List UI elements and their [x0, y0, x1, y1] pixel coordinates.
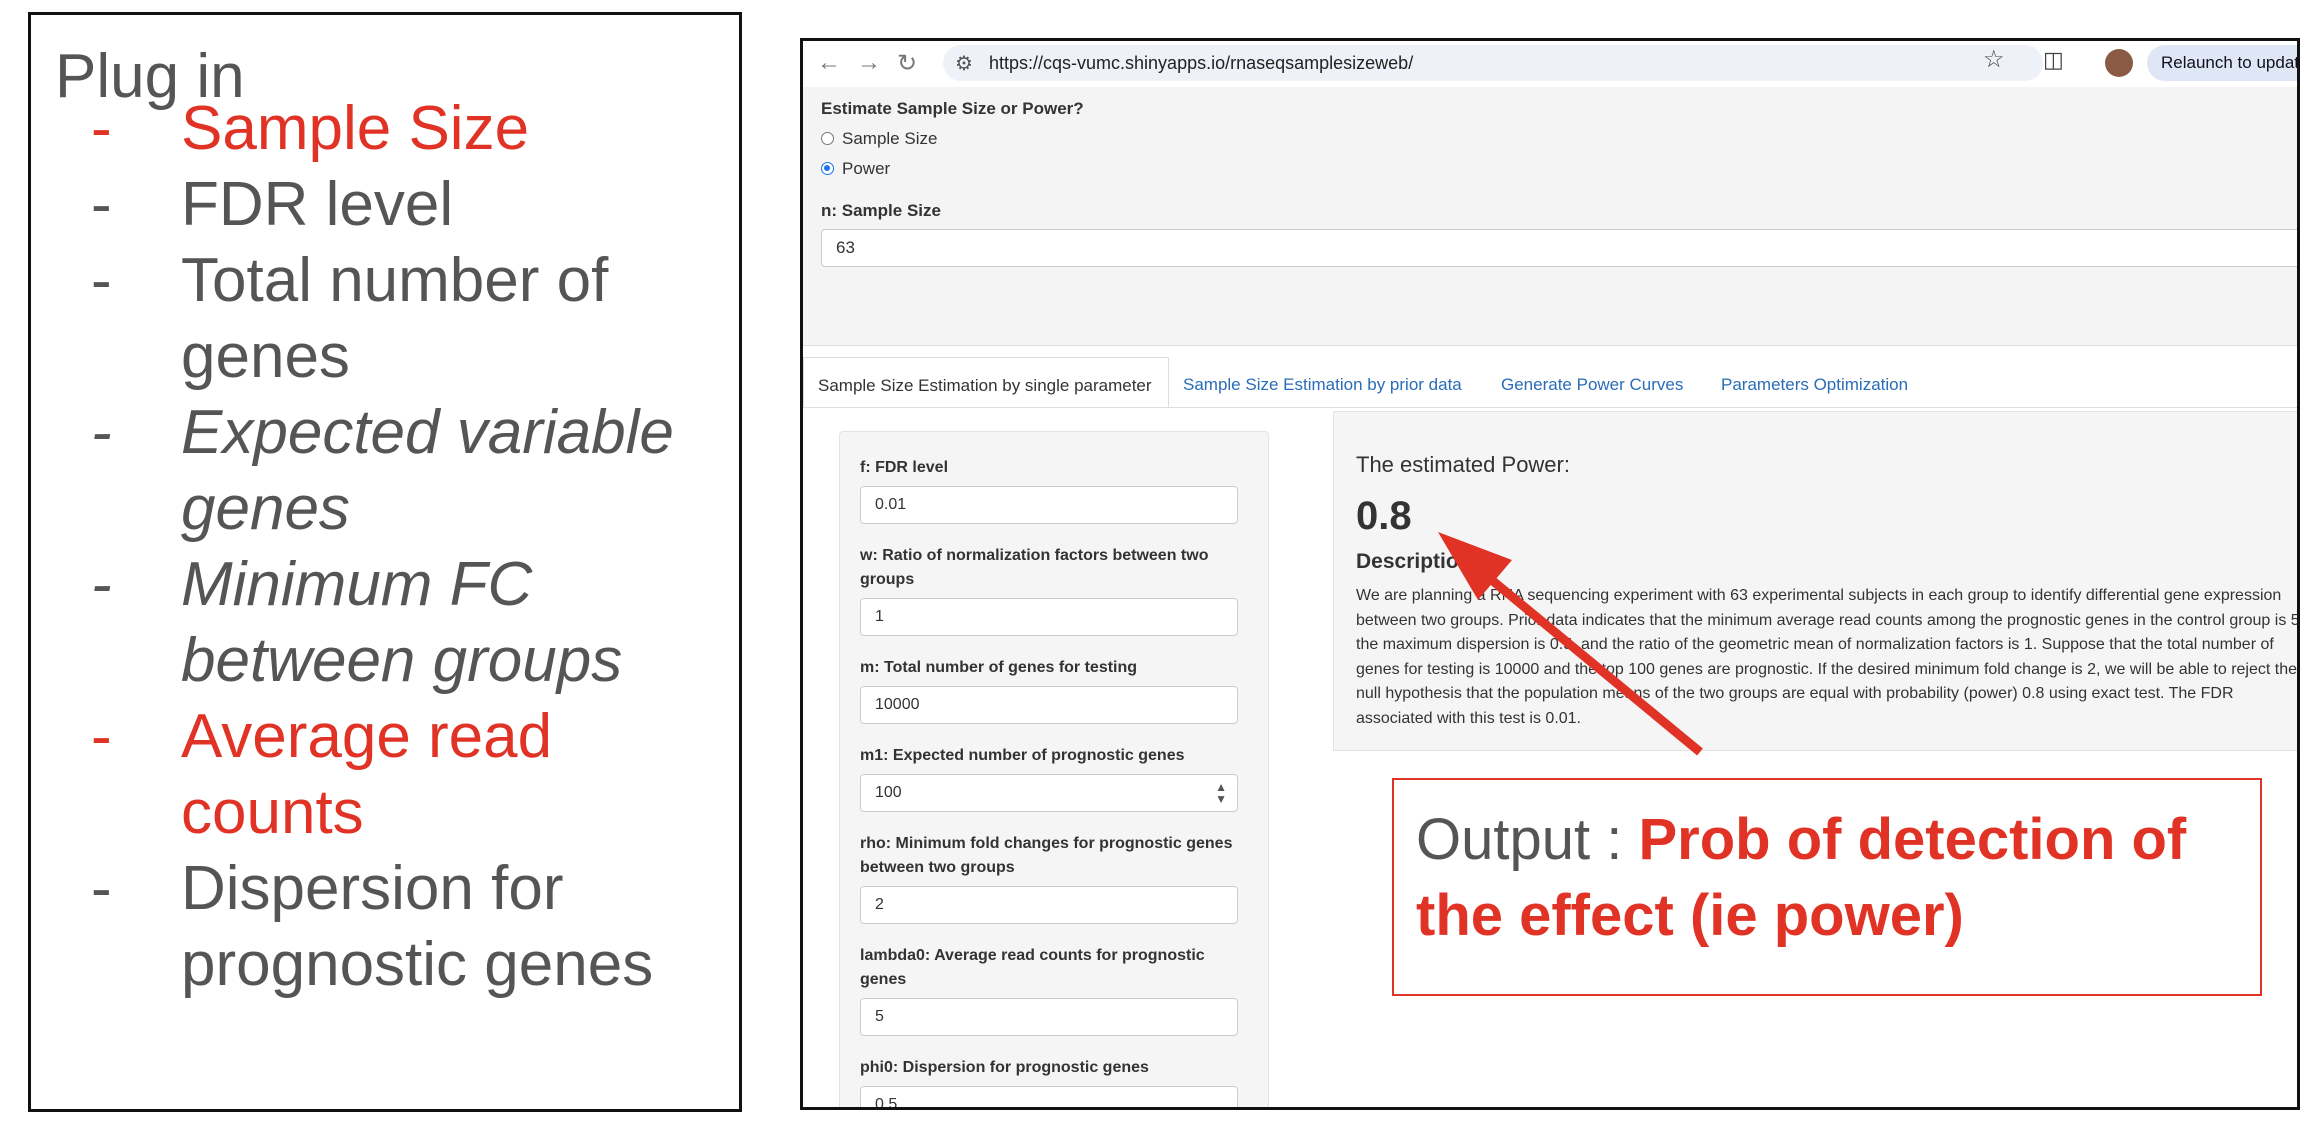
output-text: Output : Prob of detection of the effect… — [1416, 802, 2246, 954]
output-annotation-box: Output : Prob of detection of the effect… — [1392, 778, 2262, 996]
output-label: Output — [1416, 807, 1591, 872]
arrow-shaft — [1467, 558, 1703, 756]
output-separator: : — [1590, 807, 1623, 872]
